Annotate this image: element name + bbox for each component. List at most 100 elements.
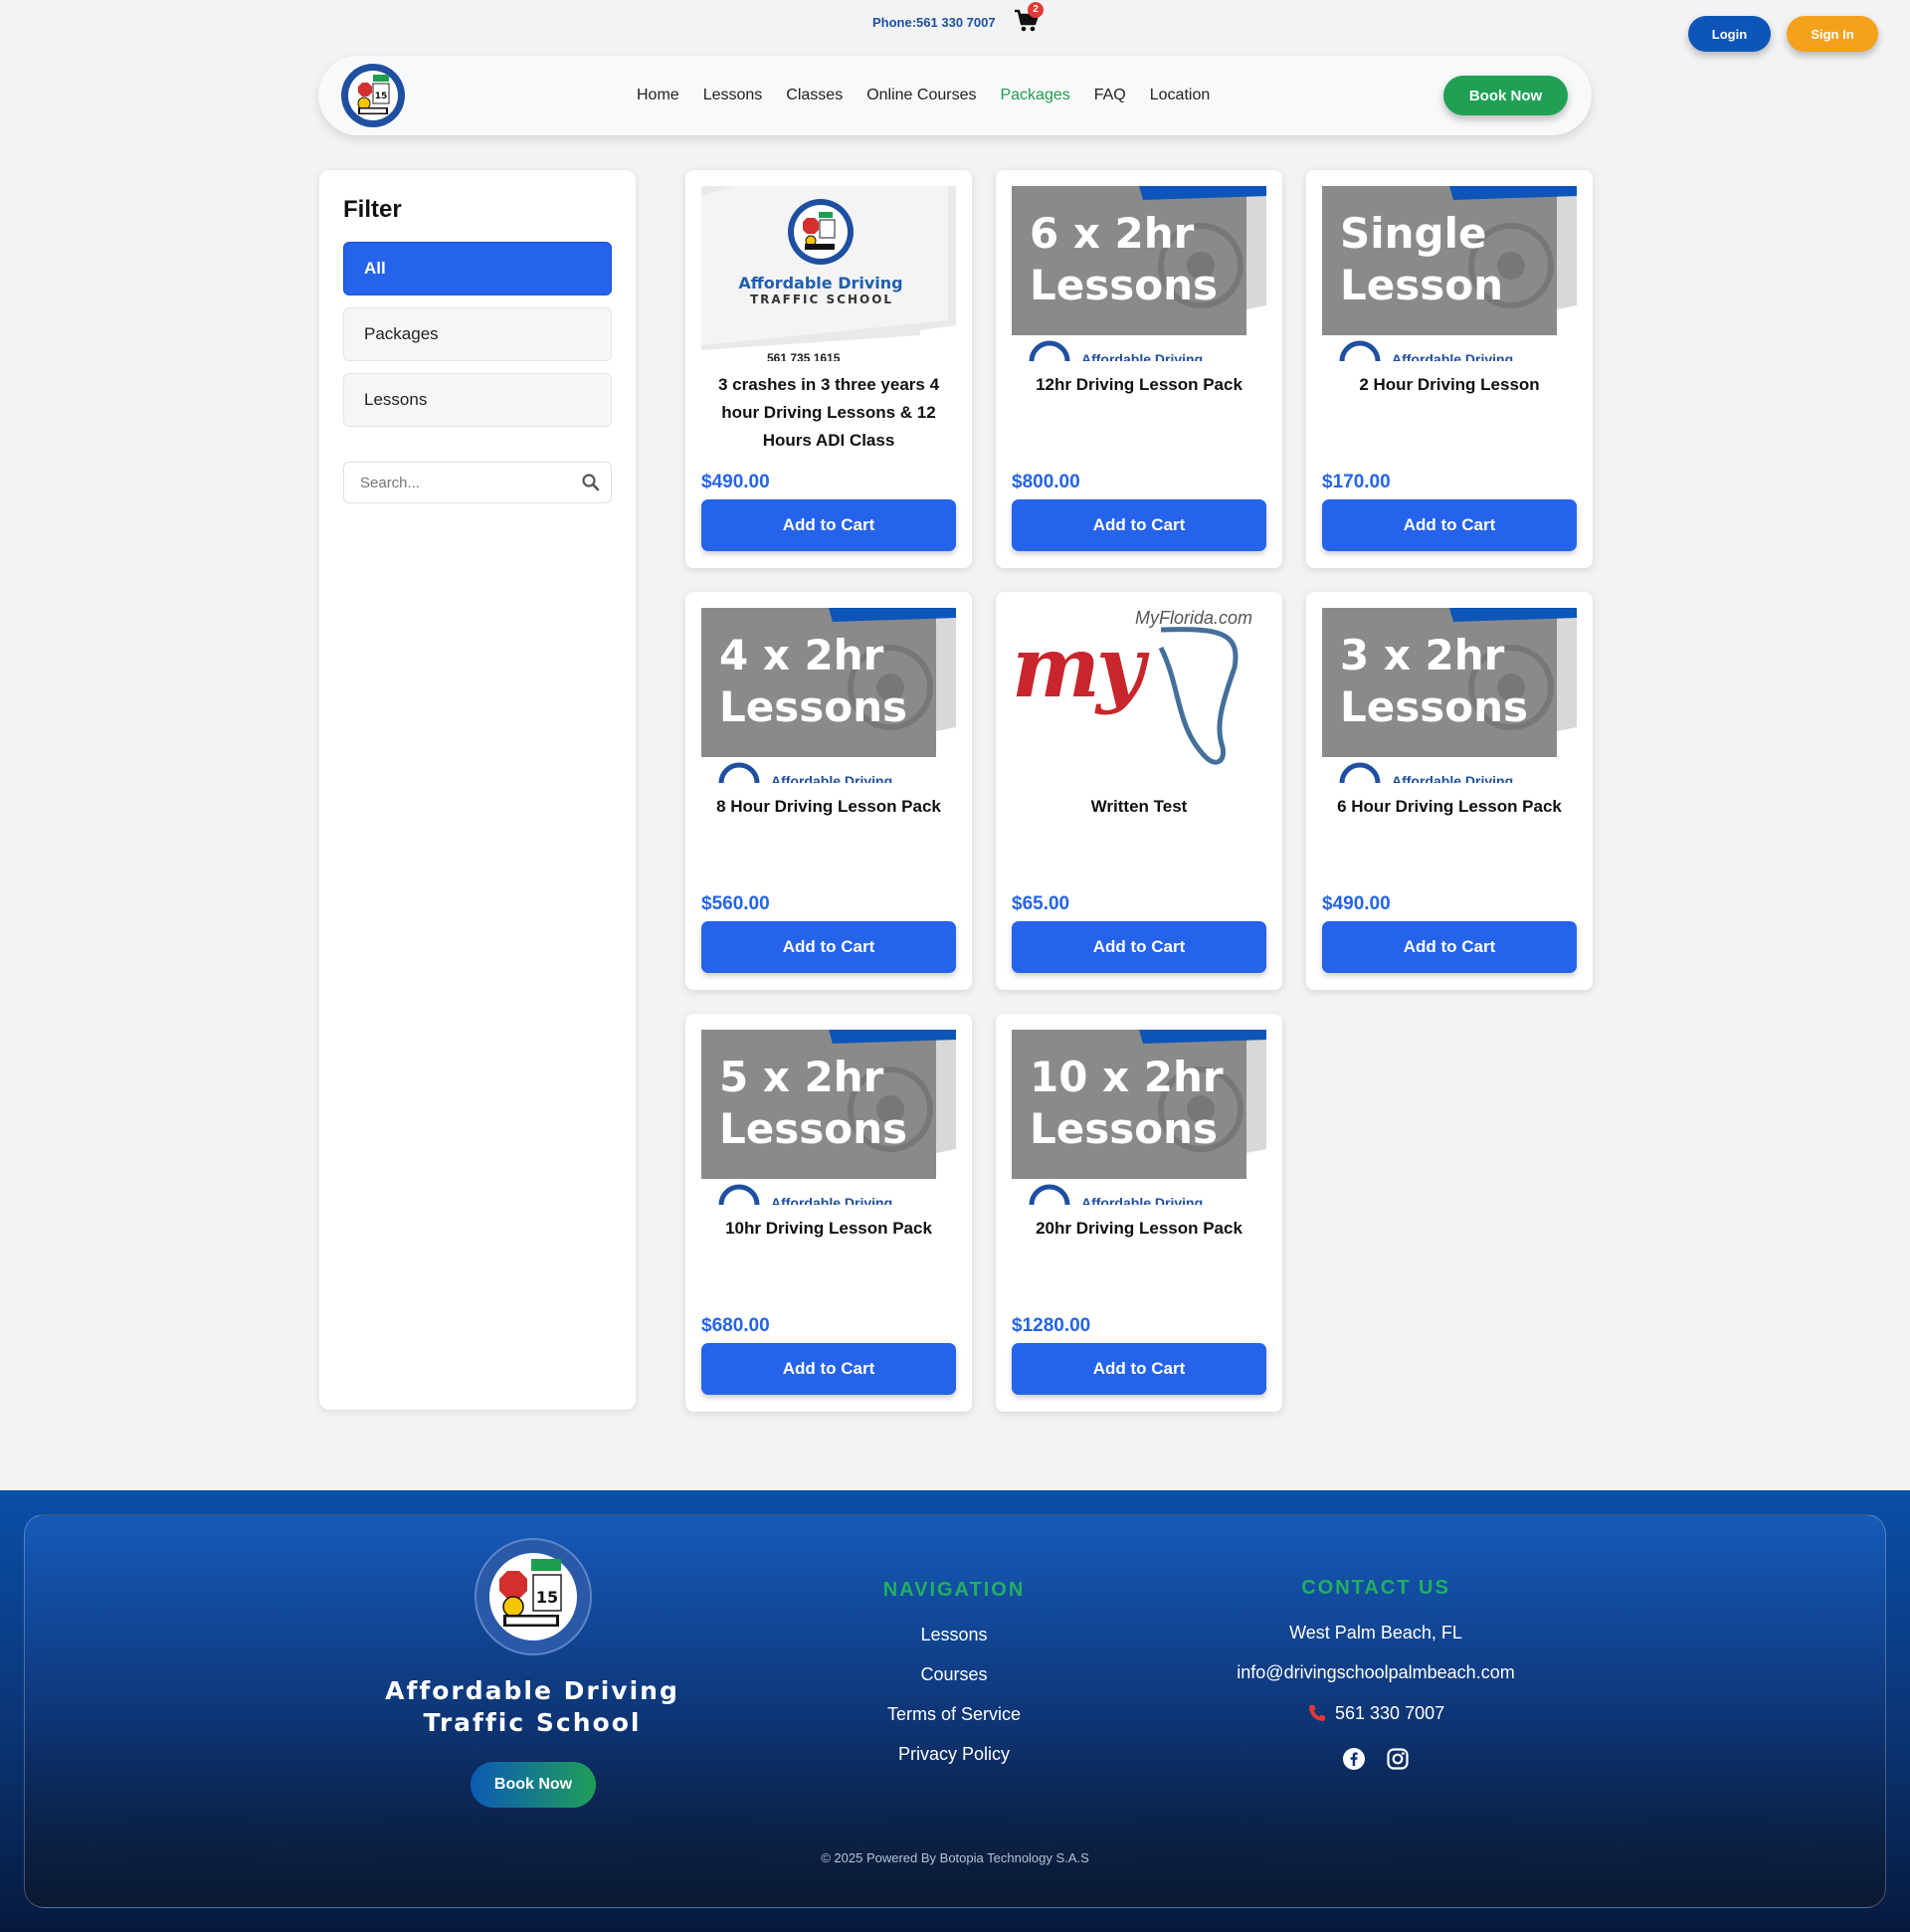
footer-city: West Palm Beach, FL xyxy=(1289,1623,1462,1642)
header-phone[interactable]: Phone:561 330 7007 xyxy=(872,15,996,30)
product-card[interactable]: 3 x 2hr Lessons Affordable Driving 6 Hou… xyxy=(1306,592,1593,990)
myflorida-logo-mark: my xyxy=(1012,618,1145,716)
footer-book-now-button[interactable]: Book Now xyxy=(471,1762,596,1808)
nav-classes[interactable]: Classes xyxy=(786,87,843,104)
product-card[interactable]: 10 x 2hr Lessons Affordable Driving 20hr… xyxy=(996,1014,1282,1412)
product-card[interactable]: Single Lesson Affordable Driving 2 Hour … xyxy=(1306,170,1593,568)
add-to-cart-button[interactable]: Add to Cart xyxy=(701,921,956,973)
footer-phone-row[interactable]: 561 330 7007 xyxy=(1307,1702,1444,1724)
footer-phone-number: 561 330 7007 xyxy=(1335,1702,1445,1723)
footer-link-courses[interactable]: Courses xyxy=(855,1664,1053,1685)
product-image: 10 x 2hr Lessons Affordable Driving xyxy=(1012,1030,1266,1205)
product-image: Affordable Driving TRAFFIC SCHOOL 561 73… xyxy=(701,186,956,361)
nav-packages[interactable]: Packages xyxy=(1000,87,1069,104)
main-nav: Home Lessons Classes Online Courses Pack… xyxy=(637,56,1210,135)
product-price: $680.00 xyxy=(701,1315,770,1336)
product-image-caption: 3 x 2hr Lessons xyxy=(1340,631,1528,731)
product-price: $170.00 xyxy=(1322,472,1391,492)
search-box xyxy=(343,462,612,503)
school-logo-icon[interactable]: 15 xyxy=(340,63,406,128)
brand-name-text: Affordable Driving xyxy=(738,274,903,292)
product-image: Single Lesson Affordable Driving xyxy=(1322,186,1577,361)
footer-link-privacy[interactable]: Privacy Policy xyxy=(855,1744,1053,1765)
product-title: Written Test xyxy=(1090,797,1188,816)
svg-text:15: 15 xyxy=(536,1588,558,1607)
product-image-footer: Affordable Driving xyxy=(771,1195,893,1205)
main-navbar: 15 Home Lessons Classes Online Courses P… xyxy=(318,56,1592,135)
product-image: 6 x 2hr Lessons Affordable Driving xyxy=(1012,186,1266,361)
product-image-footer: Affordable Driving xyxy=(771,773,893,783)
brand-phone-text: 561 735 1615 xyxy=(767,351,841,361)
product-image: 4 x 2hr Lessons Affordable Driving xyxy=(701,608,956,783)
facebook-icon[interactable] xyxy=(1342,1747,1366,1771)
instagram-icon[interactable] xyxy=(1386,1747,1410,1771)
search-icon[interactable] xyxy=(581,473,601,492)
nav-location[interactable]: Location xyxy=(1150,87,1211,104)
product-title: 3 crashes in 3 three years 4 hour Drivin… xyxy=(717,375,940,450)
nav-online-courses[interactable]: Online Courses xyxy=(866,87,976,104)
product-image-footer: Affordable Driving xyxy=(1081,351,1204,361)
product-title: 2 Hour Driving Lesson xyxy=(1359,375,1540,394)
product-price: $800.00 xyxy=(1012,472,1080,492)
filter-title: Filter xyxy=(343,196,402,223)
add-to-cart-button[interactable]: Add to Cart xyxy=(1322,921,1577,973)
add-to-cart-button[interactable]: Add to Cart xyxy=(1012,499,1266,551)
brand-tagline-text: TRAFFIC SCHOOL xyxy=(749,292,894,306)
search-input[interactable] xyxy=(344,463,563,502)
product-image: 5 x 2hr Lessons Affordable Driving xyxy=(701,1030,956,1205)
myflorida-url-text: MyFlorida.com xyxy=(1135,608,1253,628)
footer-link-lessons[interactable]: Lessons xyxy=(855,1625,1053,1645)
footer-copyright: © 2025 Powered By Botopia Technology S.A… xyxy=(821,1850,1089,1865)
product-price: $65.00 xyxy=(1012,893,1070,914)
footer-brand-name: Affordable Driving Traffic School xyxy=(385,1676,679,1737)
add-to-cart-button[interactable]: Add to Cart xyxy=(1012,921,1266,973)
product-card[interactable]: MyFlorida.com my Written Test $65.00 Add… xyxy=(996,592,1282,990)
add-to-cart-button[interactable]: Add to Cart xyxy=(1322,499,1577,551)
product-title: 10hr Driving Lesson Pack xyxy=(725,1219,932,1238)
product-image-caption: 4 x 2hr Lessons xyxy=(719,631,907,731)
product-price: $490.00 xyxy=(701,472,770,492)
product-card[interactable]: Affordable Driving TRAFFIC SCHOOL 561 73… xyxy=(685,170,972,568)
product-image-footer: Affordable Driving xyxy=(1392,773,1514,783)
footer-nav-heading: NAVIGATION xyxy=(882,1579,1026,1601)
product-title: 6 Hour Driving Lesson Pack xyxy=(1337,797,1562,816)
login-button[interactable]: Login xyxy=(1688,16,1771,52)
product-image-caption: 5 x 2hr Lessons xyxy=(719,1053,907,1153)
product-title: 8 Hour Driving Lesson Pack xyxy=(716,797,941,816)
filter-sidebar: Filter All Packages Lessons xyxy=(319,170,636,1410)
product-image: 3 x 2hr Lessons Affordable Driving xyxy=(1322,608,1577,783)
product-card[interactable]: 5 x 2hr Lessons Affordable Driving 10hr … xyxy=(685,1014,972,1412)
footer-link-terms[interactable]: Terms of Service xyxy=(855,1704,1053,1725)
footer-email[interactable]: info@drivingschoolpalmbeach.com xyxy=(1177,1662,1575,1683)
svg-text:15: 15 xyxy=(375,92,388,101)
product-image-caption: 6 x 2hr Lessons xyxy=(1030,209,1218,309)
cart-count-badge: 2 xyxy=(1028,2,1044,18)
nav-home[interactable]: Home xyxy=(637,87,679,104)
product-price: $490.00 xyxy=(1322,893,1391,914)
product-price: $560.00 xyxy=(701,893,770,914)
add-to-cart-button[interactable]: Add to Cart xyxy=(1012,1343,1266,1395)
book-now-button[interactable]: Book Now xyxy=(1443,76,1568,115)
product-image-caption: 10 x 2hr Lessons xyxy=(1030,1053,1224,1153)
sign-in-button[interactable]: Sign In xyxy=(1787,16,1878,52)
product-price: $1280.00 xyxy=(1012,1315,1091,1336)
add-to-cart-button[interactable]: Add to Cart xyxy=(701,499,956,551)
product-image-footer: Affordable Driving xyxy=(1081,1195,1204,1205)
footer-contact-heading: CONTACT US xyxy=(1301,1577,1450,1599)
product-image-caption: Single Lesson xyxy=(1340,209,1504,309)
product-title: 20hr Driving Lesson Pack xyxy=(1036,1219,1242,1238)
filter-packages[interactable]: Packages xyxy=(343,307,612,361)
filter-all[interactable]: All xyxy=(343,242,612,295)
footer-logo-icon[interactable]: 15 xyxy=(474,1537,593,1656)
product-card[interactable]: 6 x 2hr Lessons Affordable Driving 12hr … xyxy=(996,170,1282,568)
product-image: MyFlorida.com my xyxy=(1012,608,1266,783)
phone-icon xyxy=(1309,1705,1325,1721)
product-card[interactable]: 4 x 2hr Lessons Affordable Driving 8 Hou… xyxy=(685,592,972,990)
product-title: 12hr Driving Lesson Pack xyxy=(1036,375,1242,394)
filter-lessons[interactable]: Lessons xyxy=(343,373,612,427)
nav-lessons[interactable]: Lessons xyxy=(703,87,763,104)
add-to-cart-button[interactable]: Add to Cart xyxy=(701,1343,956,1395)
top-bar: Phone:561 330 7007 2 Login Sign In xyxy=(0,0,1910,52)
nav-faq[interactable]: FAQ xyxy=(1094,87,1126,104)
product-image-footer: Affordable Driving xyxy=(1392,351,1514,361)
